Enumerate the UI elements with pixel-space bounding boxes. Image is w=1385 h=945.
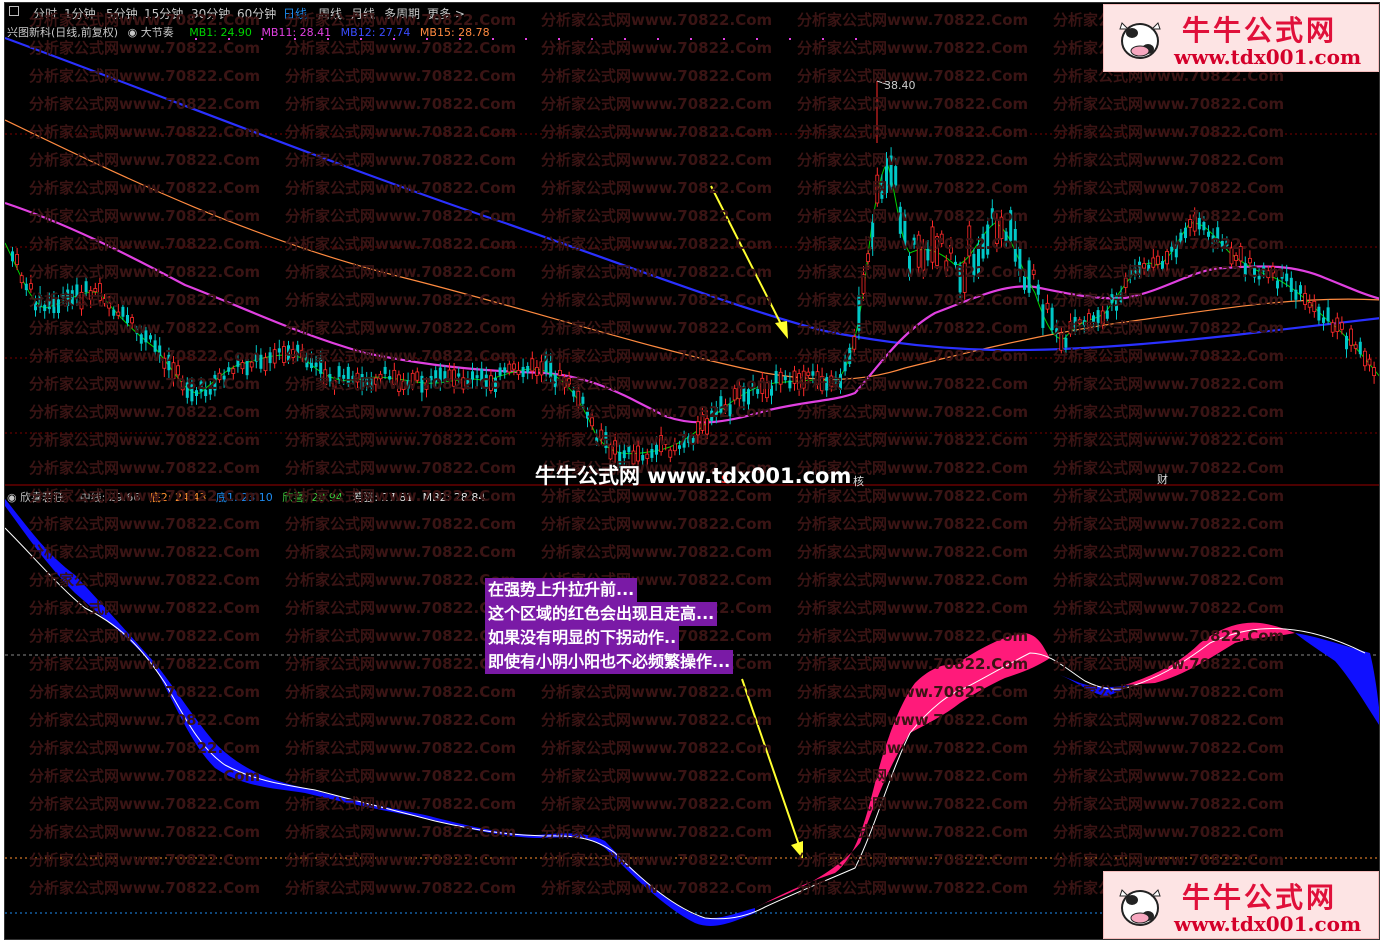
annotation-box: 在强势上升拉升前... 这个区域的红色会出现且走高... 如果没有明显的下拐动作…	[485, 578, 785, 674]
logo-title: 牛牛公式网	[1182, 14, 1338, 47]
annotation-line: 在强势上升拉升前...	[485, 578, 638, 602]
chart-window: 分时 1分钟 5分钟 15分钟 30分钟 60分钟 日线 周线 月线 多周期 更…	[4, 2, 1380, 940]
logo-url: www.tdx001.com	[1174, 912, 1362, 936]
marker-cai: 财	[1157, 473, 1168, 486]
logo-url: www.tdx001.com	[1174, 45, 1362, 69]
peak-price-label: 38.40	[884, 79, 916, 92]
logo-title: 牛牛公式网	[1182, 881, 1338, 914]
marker-b: 核	[853, 475, 864, 488]
cow-mascot-icon	[1119, 889, 1161, 926]
site-logo-top: 牛牛公式网 www.tdx001.com	[1103, 4, 1379, 72]
annotation-line: 即使有小阴小阳也不必频繁操作...	[485, 650, 734, 674]
site-caption: 牛牛公式网 www.tdx001.com	[535, 464, 852, 488]
site-logo-bottom: 牛牛公式网 www.tdx001.com	[1103, 871, 1379, 939]
cow-mascot-icon	[1119, 22, 1161, 59]
annotation-line: 这个区域的红色会出现且走高...	[485, 602, 718, 626]
annotation-line: 如果没有明显的下拐动作..	[485, 626, 680, 650]
